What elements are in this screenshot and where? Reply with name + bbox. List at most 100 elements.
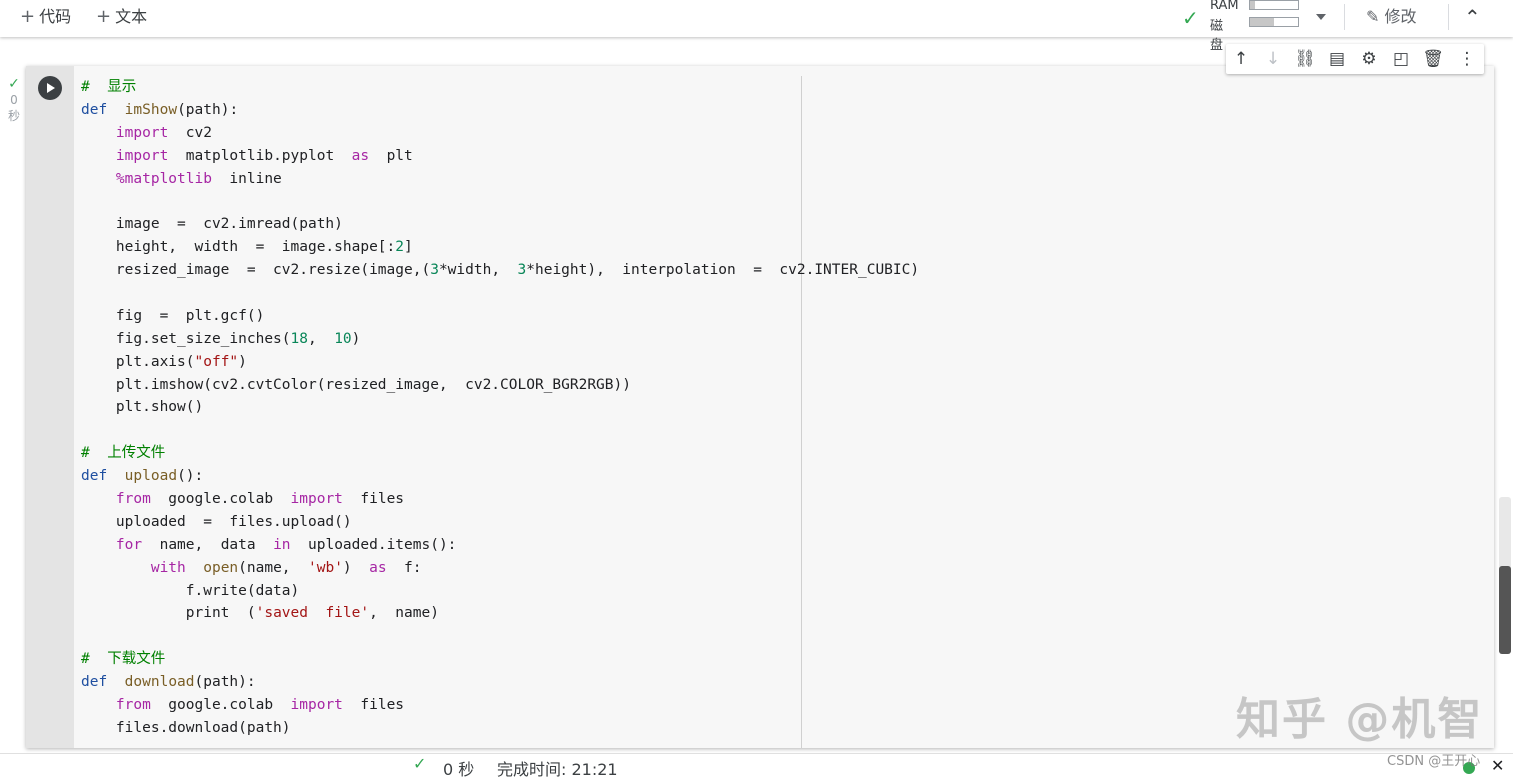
move-down-icon[interactable]: ↓ xyxy=(1262,48,1284,70)
code-token: def xyxy=(81,101,108,118)
code-token: image = cv2.imread(path) xyxy=(81,216,343,233)
code-token: plt.imshow(cv2.cvtColor(resized_image, c… xyxy=(81,376,631,393)
code-line: files.download(path) xyxy=(81,717,919,740)
code-line: plt.show() xyxy=(81,396,919,419)
code-token: matplotlib.pyplot xyxy=(168,147,352,164)
code-cell[interactable]: # 显示 def imShow(path): import cv2 import … xyxy=(26,66,1494,748)
csdn-watermark: CSDN @王开心 xyxy=(1387,754,1481,769)
code-token: open xyxy=(203,559,239,576)
zhihu-watermark: 知乎 @机智 xyxy=(1236,694,1484,745)
code-line: with open(name, 'wb') as f: xyxy=(81,557,919,580)
code-line: def download(path): xyxy=(81,671,919,694)
add-text-label: 文本 xyxy=(115,7,148,26)
code-token: 2 xyxy=(395,239,405,256)
collapse-header-icon[interactable]: ⌃ xyxy=(1464,5,1481,29)
add-code-button[interactable]: + 代码 xyxy=(20,5,71,29)
move-up-icon[interactable]: ↑ xyxy=(1230,48,1252,70)
code-token: 18 xyxy=(290,330,308,347)
completion-time: 完成时间: 21:21 xyxy=(497,760,618,779)
code-line: height, width = image.shape[:2] xyxy=(81,236,919,259)
code-editor[interactable]: # 显示 def imShow(path): import cv2 import … xyxy=(81,76,919,740)
code-token: ) xyxy=(351,330,361,347)
success-check-icon: ✓ xyxy=(8,76,20,92)
plus-icon: + xyxy=(20,6,36,27)
code-token: google.colab xyxy=(150,697,291,714)
code-token: 'saved file' xyxy=(255,605,370,622)
plus-icon: + xyxy=(96,6,112,27)
code-line: def imShow(path): xyxy=(81,99,919,122)
code-token: 'wb' xyxy=(308,559,343,576)
add-text-button[interactable]: + 文本 xyxy=(96,5,147,29)
code-token: inline xyxy=(211,170,282,187)
code-token: plt.show() xyxy=(81,399,204,416)
code-line: print ('saved file', name) xyxy=(81,602,919,625)
code-token: files xyxy=(342,697,405,714)
code-line: fig.set_size_inches(18, 10) xyxy=(81,328,919,351)
status-bar: ✓ 0 秒 完成时间: 21:21 ✕ xyxy=(0,753,1513,779)
code-token: (): xyxy=(177,468,204,485)
code-token: in xyxy=(273,536,291,553)
code-line: # 显示 xyxy=(81,76,919,99)
code-token: from xyxy=(115,697,151,714)
code-line: %matplotlib inline xyxy=(81,168,919,191)
scrollbar-thumb[interactable] xyxy=(1499,566,1511,654)
code-token: as xyxy=(369,559,387,576)
more-icon[interactable]: ⋮ xyxy=(1456,48,1478,70)
code-token: *width, xyxy=(438,262,518,279)
code-token: files xyxy=(342,491,405,508)
link-icon[interactable]: ⛓ xyxy=(1294,48,1316,70)
top-toolbar: + 代码 + 文本 ✓ RAM 磁盘 ✎ 修改 ⌃ xyxy=(0,0,1513,53)
close-icon[interactable]: ✕ xyxy=(1491,756,1504,775)
code-token: with xyxy=(150,559,186,576)
comment-icon[interactable]: ▤ xyxy=(1326,48,1348,70)
code-token: import xyxy=(115,124,169,141)
divider xyxy=(1344,4,1345,30)
code-token: uploaded.items(): xyxy=(290,536,457,553)
code-token: plt.axis( xyxy=(81,353,195,370)
code-token: upload xyxy=(124,468,178,485)
resource-dropdown-icon[interactable] xyxy=(1316,14,1326,20)
code-token: import xyxy=(290,697,343,714)
code-line: plt.imshow(cv2.cvtColor(resized_image, c… xyxy=(81,374,919,397)
code-token: *height), interpolation = cv2.INTER_CUBI… xyxy=(526,262,920,279)
code-token: plt xyxy=(369,147,413,164)
code-token: f: xyxy=(386,559,422,576)
settings-icon[interactable]: ⚙ xyxy=(1358,48,1380,70)
code-token: # 显示 xyxy=(81,79,137,95)
code-token: import xyxy=(115,147,169,164)
code-line: # 上传文件 xyxy=(81,442,919,465)
code-line: from google.colab import files xyxy=(81,488,919,511)
code-token: # 下载文件 xyxy=(81,651,166,668)
add-code-label: 代码 xyxy=(39,7,72,26)
code-token: "off" xyxy=(194,353,239,370)
delete-icon[interactable]: 🗑 xyxy=(1422,48,1444,70)
disk-usage-bar xyxy=(1249,17,1299,27)
code-line: resized_image = cv2.resize(image,(3*widt… xyxy=(81,259,919,282)
ram-label: RAM xyxy=(1210,0,1239,13)
mirror-icon[interactable]: ◰ xyxy=(1390,48,1412,70)
code-token: height, width = image.shape[: xyxy=(81,239,396,256)
code-token: ) xyxy=(342,559,370,576)
code-token: , name) xyxy=(369,605,439,622)
edit-button[interactable]: ✎ 修改 xyxy=(1366,5,1417,29)
divider xyxy=(1448,4,1449,30)
code-token: (path): xyxy=(177,101,239,118)
edit-label: 修改 xyxy=(1384,7,1417,26)
ram-usage-bar xyxy=(1249,0,1299,10)
code-line: # 下载文件 xyxy=(81,648,919,671)
code-token: f.write(data) xyxy=(81,582,300,599)
code-token: name, data xyxy=(142,536,274,553)
exec-count: 0 xyxy=(10,93,18,107)
run-cell-button[interactable] xyxy=(38,76,62,100)
code-token: fig = plt.gcf() xyxy=(81,307,265,324)
code-line: import cv2 xyxy=(81,122,919,145)
code-line: f.write(data) xyxy=(81,580,919,603)
